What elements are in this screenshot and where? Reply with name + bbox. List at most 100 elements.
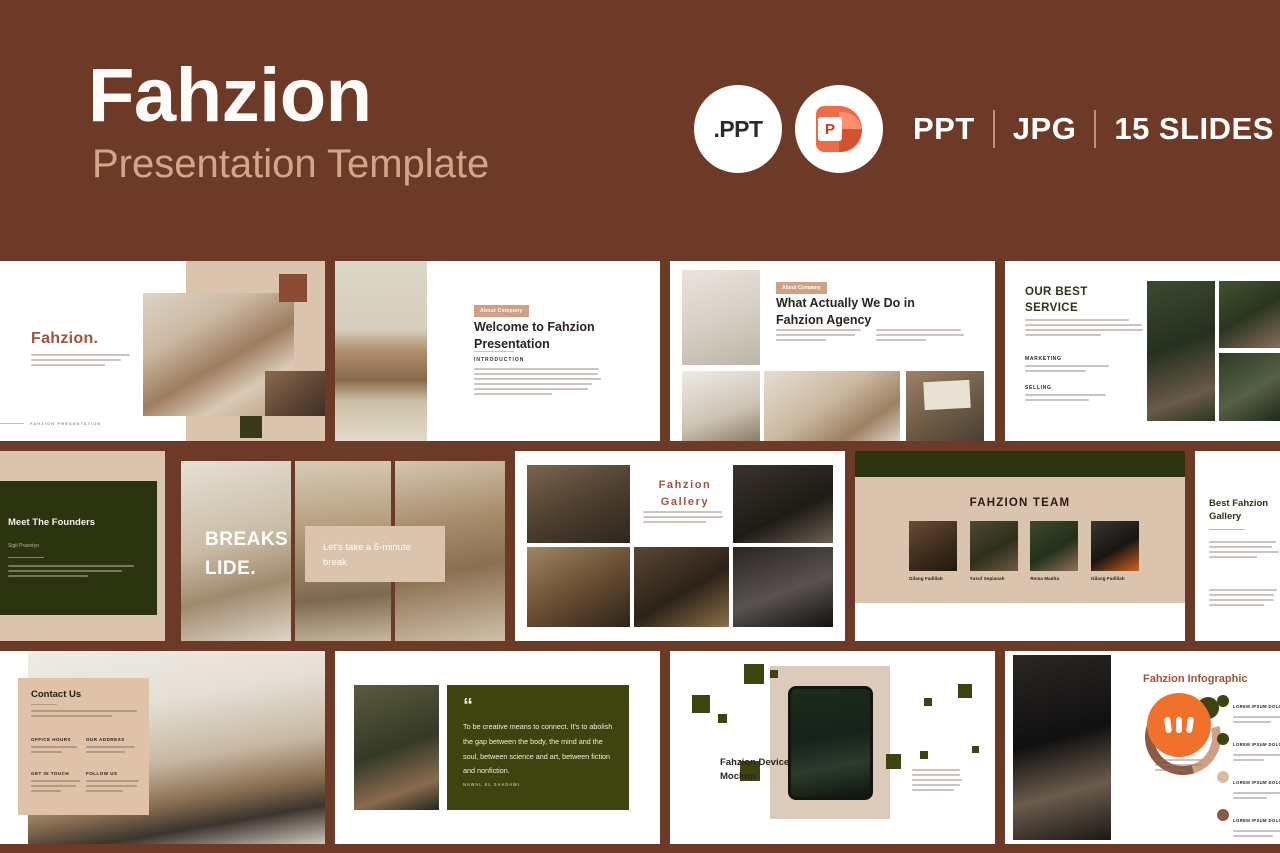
meta-ppt: PPT: [913, 111, 975, 147]
meta-jpg: JPG: [1013, 111, 1077, 147]
slide-thumb-service[interactable]: OUR BEST SERVICE MARKETING SELLING: [1005, 261, 1280, 441]
slide6-panel-text: Let's take a 5-minute break: [323, 540, 433, 570]
slide-thumb-device-mockup[interactable]: Fahzion Device Mockup: [670, 651, 995, 844]
team-member: Gilang Fadlilah: [909, 521, 957, 581]
slide4-photo-3: [1219, 353, 1280, 421]
meta-slide-count: 15 SLIDES: [1114, 111, 1274, 147]
legend-label: LOREM IPSUM DOLOR: [1233, 742, 1280, 747]
powerpoint-icon: P: [816, 106, 862, 152]
contact-label: OFFICE HOURS: [31, 737, 81, 742]
powerpoint-logo-badge: P: [795, 85, 883, 173]
ppt-extension-badge: .PPT: [694, 85, 782, 173]
slide3-gallery-2: [764, 371, 900, 441]
hero-banner: Fahzion Presentation Template .PPT P PPT…: [0, 0, 1280, 258]
slide3-tag: About Company: [776, 282, 827, 294]
slide-row-1: Fahzion. FAHZION PRESENTATION About Comp…: [0, 261, 1280, 441]
slide9-body-2: [1209, 589, 1280, 609]
meta-divider: [993, 110, 995, 148]
team-member: Yusuf Sepianah: [970, 521, 1018, 581]
slide4-body: [1025, 319, 1143, 339]
legend-body: [1233, 754, 1280, 764]
slide-thumb-contact[interactable]: Contact Us OFFICE HOURS OUR ADDRESS GET …: [0, 651, 325, 844]
contact-value: [86, 746, 141, 756]
slide2-kicker: INTRODUCTION: [474, 357, 524, 363]
slide10-title: Contact Us: [31, 689, 81, 700]
slide-row-2: Meet The Founders Sigit Prasetyo BREAKS …: [0, 451, 1280, 641]
slide7-title: Fahzion Gallery: [642, 477, 728, 511]
contact-group-phone: GET IN TOUCH: [31, 771, 81, 795]
slide12-device: [788, 686, 873, 800]
legend-label: LOREM IPSUM DOLOR: [1233, 780, 1280, 785]
page-subtitle: Presentation Template: [92, 142, 489, 186]
quote-mark-icon: “: [463, 696, 473, 716]
slide-row-3: Contact Us OFFICE HOURS OUR ADDRESS GET …: [0, 651, 1280, 844]
slide13-legend: LOREM IPSUM DOLOR LOREM IPSUM DOLOR LORE…: [1217, 695, 1280, 844]
page-title: Fahzion: [88, 58, 372, 134]
slide3-body-col2: [876, 329, 966, 344]
slide3-gallery-3: [906, 371, 984, 441]
slide8-member-list: Gilang Fadlilah Yusuf Sepianah Rema Madi…: [909, 521, 1139, 581]
slide-thumb-best-gallery[interactable]: Best Fahzion Gallery: [1195, 451, 1280, 641]
slide5-body: [8, 565, 136, 580]
avatar: [909, 521, 957, 571]
slide4-photo-2: [1219, 281, 1280, 348]
slide12-title: Fahzion Device Mockup: [720, 756, 790, 785]
presentation-preview-page: Fahzion Presentation Template .PPT P PPT…: [0, 0, 1280, 853]
slide13-center-note: [1155, 759, 1207, 774]
avatar: [1030, 521, 1078, 571]
slide6-panel: Let's take a 5-minute break: [305, 526, 445, 582]
slide7-photo-2: [733, 465, 833, 543]
contact-label: GET IN TOUCH: [31, 771, 81, 776]
slide11-quote-author: NAWAL EL SAADAWI: [463, 782, 520, 787]
slide-thumb-about[interactable]: About Company What Actually We Do in Fah…: [670, 261, 995, 441]
slide4-item1-label: MARKETING: [1025, 356, 1062, 362]
slide13-orange-circle: [1147, 693, 1211, 757]
slide-thumb-cover[interactable]: Fahzion. FAHZION PRESENTATION: [0, 261, 325, 441]
avatar: [970, 521, 1018, 571]
slide11-photo: [354, 685, 439, 810]
slide4-photo-1: [1147, 281, 1215, 421]
slide-thumb-founders[interactable]: Meet The Founders Sigit Prasetyo: [0, 451, 165, 641]
slide2-tag: About Company: [474, 305, 529, 317]
team-member-name: Gilang Fadlilah: [909, 576, 957, 581]
slide8-title: FAHZION TEAM: [855, 497, 1185, 509]
legend-item: LOREM IPSUM DOLOR: [1217, 771, 1280, 802]
slide-thumb-welcome[interactable]: About Company Welcome to Fahzion Present…: [335, 261, 660, 441]
legend-body: [1233, 830, 1280, 840]
meta-divider: [1094, 110, 1096, 148]
slide1-square-brown: [279, 274, 307, 302]
slide5-title: Meet The Founders: [8, 517, 98, 530]
contact-label: OUR ADDRESS: [86, 737, 141, 742]
team-member: Gilang Fadlilah: [1091, 521, 1139, 581]
slide9-body-1: [1209, 541, 1280, 561]
slide1-photo-small: [265, 371, 325, 416]
contact-group-address: OUR ADDRESS: [86, 737, 141, 756]
slide1-footer: FAHZION PRESENTATION: [30, 421, 101, 426]
legend-item: LOREM IPSUM DOLOR: [1217, 695, 1280, 726]
slide10-intro: [31, 710, 137, 720]
slide-thumb-quote[interactable]: “ To be creative means to connect. It's …: [335, 651, 660, 844]
format-badges: .PPT P PPT JPG 15 SLIDES: [694, 85, 1274, 173]
slide13-photo: [1013, 655, 1111, 840]
slide4-item1-body: [1025, 365, 1111, 375]
slide1-title: Fahzion.: [31, 330, 98, 348]
team-member-name: Rema Madita: [1030, 576, 1078, 581]
slide-thumb-gallery[interactable]: Fahzion Gallery: [515, 451, 845, 641]
legend-label: LOREM IPSUM DOLOR: [1233, 704, 1280, 709]
slide-thumb-team[interactable]: FAHZION TEAM Gilang Fadlilah Yusuf Sepia…: [855, 451, 1185, 641]
slide11-quote-text: To be creative means to connect. It's to…: [463, 720, 615, 779]
slide7-photo-4: [634, 547, 729, 627]
powerpoint-icon-letter: P: [825, 122, 835, 137]
slide7-photo-3: [527, 547, 630, 627]
slide13-title: Fahzion Infographic: [1143, 673, 1248, 685]
slide-thumb-infographic[interactable]: Fahzion Infographic LOREM IPSUM DOLOR LO…: [1005, 651, 1280, 844]
slide9-title: Best Fahzion Gallery: [1209, 497, 1280, 524]
ppt-extension-label: .PPT: [713, 116, 762, 143]
slide-thumb-break[interactable]: BREAKS LIDE. Let's take a 5-minute break: [175, 451, 505, 641]
legend-label: LOREM IPSUM DOLOR: [1233, 818, 1280, 823]
slide2-body: [474, 368, 602, 398]
slide12-body: [912, 769, 964, 794]
slide5-subtitle: Sigit Prasetyo: [8, 543, 39, 549]
slide4-heading: OUR BEST SERVICE: [1025, 285, 1135, 316]
slide7-photo-1: [527, 465, 630, 543]
